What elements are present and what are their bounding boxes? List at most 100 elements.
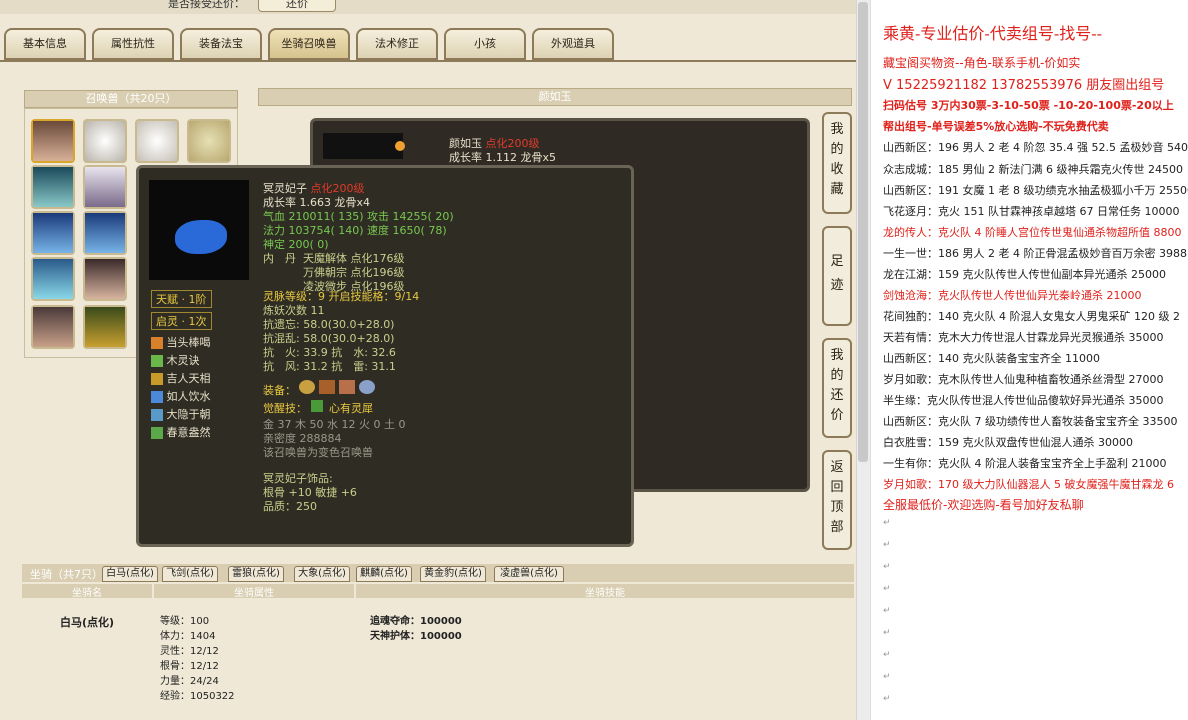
skill-row: 吉人天相 (151, 370, 211, 386)
neidan-label: 内 丹 (263, 252, 296, 265)
pet-slot[interactable] (31, 257, 75, 301)
col-mount-skill: 坐骑技能 (356, 584, 854, 599)
equip-icon[interactable] (319, 380, 335, 394)
mount-tab[interactable]: 飞剑(点化) (162, 566, 218, 582)
my-favorites-button[interactable]: 我的收藏 (822, 112, 852, 214)
mount-skill: 天神护体：100000 (370, 631, 462, 642)
note-line: 剑蚀沧海：克火队传世人传世仙异光秦岭通杀 21000 (883, 289, 1142, 302)
game-window: 是否接受还价： 还价 基本信息 属性抗性 装备法宝 坐骑召唤兽 法术修正 小孩 … (0, 0, 856, 720)
note-line: 扫码估号 3万内30票-3-10-50票 -10-20-100票-20以上 (883, 99, 1174, 112)
tab-equipment[interactable]: 装备法宝 (180, 28, 262, 60)
paragraph-mark: ↵ (883, 606, 891, 616)
note-line: 众志成城：185 男仙 2 新法门满 6 级神兵霜克火传世 24500 (883, 163, 1183, 176)
mount-tab[interactable]: 雷狼(点化) (228, 566, 284, 582)
col-mount-attr: 坐骑属性 (154, 584, 354, 599)
note-line: 山西新区：克火队 7 级功绩传世人畜牧装备宝宝齐全 33500 (883, 415, 1178, 428)
tab-appearance[interactable]: 外观道具 (532, 28, 614, 60)
pet-slot[interactable] (135, 119, 179, 163)
pet-slot[interactable] (31, 165, 75, 209)
paragraph-mark: ↵ (883, 694, 891, 704)
mount-count-label: 坐骑（共7只） (30, 568, 103, 581)
note-line: 龙在江湖：159 克火队传世人传世仙副本异光通杀 25000 (883, 268, 1166, 281)
note-line: 帮出组号-单号误差5%放心选购-不玩免费代卖 (883, 120, 1109, 133)
mount-attr: 灵性：12/12 (160, 646, 219, 657)
back-to-top-button[interactable]: 返回顶部 (822, 450, 852, 550)
bargain-bar: 是否接受还价： 还价 (0, 0, 856, 14)
paragraph-mark: ↵ (883, 584, 891, 594)
pet-panel-title: 召唤兽（共20只） (24, 90, 238, 108)
note-line: 岁月如歌：克木队传世人仙鬼种植畜牧通杀丝滑型 27000 (883, 373, 1164, 386)
awaken-skill: 心有灵犀 (329, 402, 373, 415)
note-line: 飞花逐月：克火 151 队甘霖神孩卓越塔 67 日常任务 10000 (883, 205, 1180, 218)
paragraph-mark: ↵ (883, 518, 891, 528)
pet-slot[interactable] (31, 305, 75, 349)
pet-growth: 成长率 1.112 龙骨x5 (449, 151, 556, 164)
mount-tab[interactable]: 凌虚兽(点化) (494, 566, 564, 582)
equip-icon[interactable] (299, 380, 315, 394)
mount-tab[interactable]: 大象(点化) (294, 566, 350, 582)
col-mount-name: 坐骑名 (22, 584, 152, 599)
note-line: 天若有情：克木大力传世混人甘霖龙异光灵猴通杀 35000 (883, 331, 1164, 344)
skill-row: 木灵诀 (151, 352, 200, 368)
paragraph-mark: ↵ (883, 672, 891, 682)
equip-icon[interactable] (359, 380, 375, 394)
mount-panel: 坐骑（共7只） 白马(点化) 飞剑(点化) 雷狼(点化) 大象(点化) 麒麟(点… (22, 560, 854, 718)
talent-badge: 天赋 · 1阶 (151, 290, 212, 308)
skill-icon (151, 391, 163, 403)
tab-spell-mods[interactable]: 法术修正 (356, 28, 438, 60)
tab-mounts-pets[interactable]: 坐骑召唤兽 (268, 28, 350, 60)
detail-panel-title: 颜如玉 (258, 88, 852, 106)
footprint-button[interactable]: 足迹 (822, 226, 852, 326)
pet-slot[interactable] (83, 165, 127, 209)
paragraph-mark: ↵ (883, 650, 891, 660)
note-line: 半生缘：克火队传世混人传世仙品傻软好异光通杀 35000 (883, 394, 1164, 407)
skill-row: 当头棒喝 (151, 334, 211, 350)
main-tabs: 基本信息 属性抗性 装备法宝 坐骑召唤兽 法术修正 小孩 外观道具 (0, 26, 856, 62)
mount-tab[interactable]: 麒麟(点化) (356, 566, 412, 582)
skill-row: 春意盎然 (151, 424, 211, 440)
note-line: 山西新区：191 女魔 1 老 8 级功绩克水抽孟极狐小千万 25500 (883, 184, 1188, 197)
paragraph-mark: ↵ (883, 562, 891, 572)
note-line: 花间独酌：140 克火队 4 阶混人女鬼女人男鬼采矿 120 级 2 (883, 310, 1180, 323)
my-counteroffer-button[interactable]: 我的还价 (822, 338, 852, 438)
pet-slot[interactable] (31, 119, 75, 163)
mount-attr: 根骨：12/12 (160, 661, 219, 672)
pet-portrait (323, 133, 405, 159)
skill-icon (151, 373, 163, 385)
skill-row: 大隐于朝 (151, 406, 211, 422)
pet-slot[interactable] (83, 257, 127, 301)
awaken-label: 觉醒技： (263, 402, 307, 415)
tab-basic-info[interactable]: 基本信息 (4, 28, 86, 60)
mount-tab[interactable]: 黄金豹(点化) (420, 566, 486, 582)
note-line: V 15225921182 13782553976 朋友圈出组号 (883, 78, 1165, 93)
tab-attributes[interactable]: 属性抗性 (92, 28, 174, 60)
pet-slot[interactable] (83, 305, 127, 349)
mount-tab[interactable]: 白马(点化) (102, 566, 158, 582)
note-line: 龙的传人：克火队 4 阶睡人宫位传世鬼仙通杀物超所值 8800 (883, 226, 1182, 239)
paragraph-mark: ↵ (883, 540, 891, 550)
skill-icon (151, 427, 163, 439)
pet-slot[interactable] (83, 119, 127, 163)
note-line: 一生有你：克火队 4 阶混人装备宝宝齐全上手盈利 21000 (883, 457, 1167, 470)
pet-slot[interactable] (83, 211, 127, 255)
qiling-badge: 启灵 · 1次 (151, 312, 212, 330)
ornament-quality: 品质：250 (263, 500, 317, 513)
pet-slot[interactable] (31, 211, 75, 255)
scrollbar-thumb[interactable] (858, 2, 868, 462)
bargain-button[interactable]: 还价 (258, 0, 336, 12)
color-note: 该召唤兽为变色召唤兽 (263, 446, 373, 459)
notes-title: 乘黄-专业估价-代卖组号-找号-- (883, 24, 1103, 43)
bargain-label: 是否接受还价： (168, 0, 245, 10)
note-line: 山西新区：196 男人 2 老 4 阶忽 35.4 强 52.5 孟极妙音 54… (883, 141, 1188, 154)
mount-attr: 等级：100 (160, 616, 210, 627)
pet-slot[interactable] (187, 119, 231, 163)
note-line: 藏宝阁买物资--角色-联系手机-价如实 (883, 56, 1081, 70)
equip-icon[interactable] (339, 380, 355, 394)
mount-tabs: 坐骑（共7只） 白马(点化) 飞剑(点化) 雷狼(点化) 大象(点化) 麒麟(点… (22, 564, 854, 582)
skill-icon (151, 355, 163, 367)
skill-icon (151, 337, 163, 349)
tab-children[interactable]: 小孩 (444, 28, 526, 60)
skill-row: 如人饮水 (151, 388, 211, 404)
resist-line: 抗 风: 31.2 抗 雷: 31.1 (263, 360, 396, 373)
mount-name: 白马(点化) (60, 616, 115, 629)
